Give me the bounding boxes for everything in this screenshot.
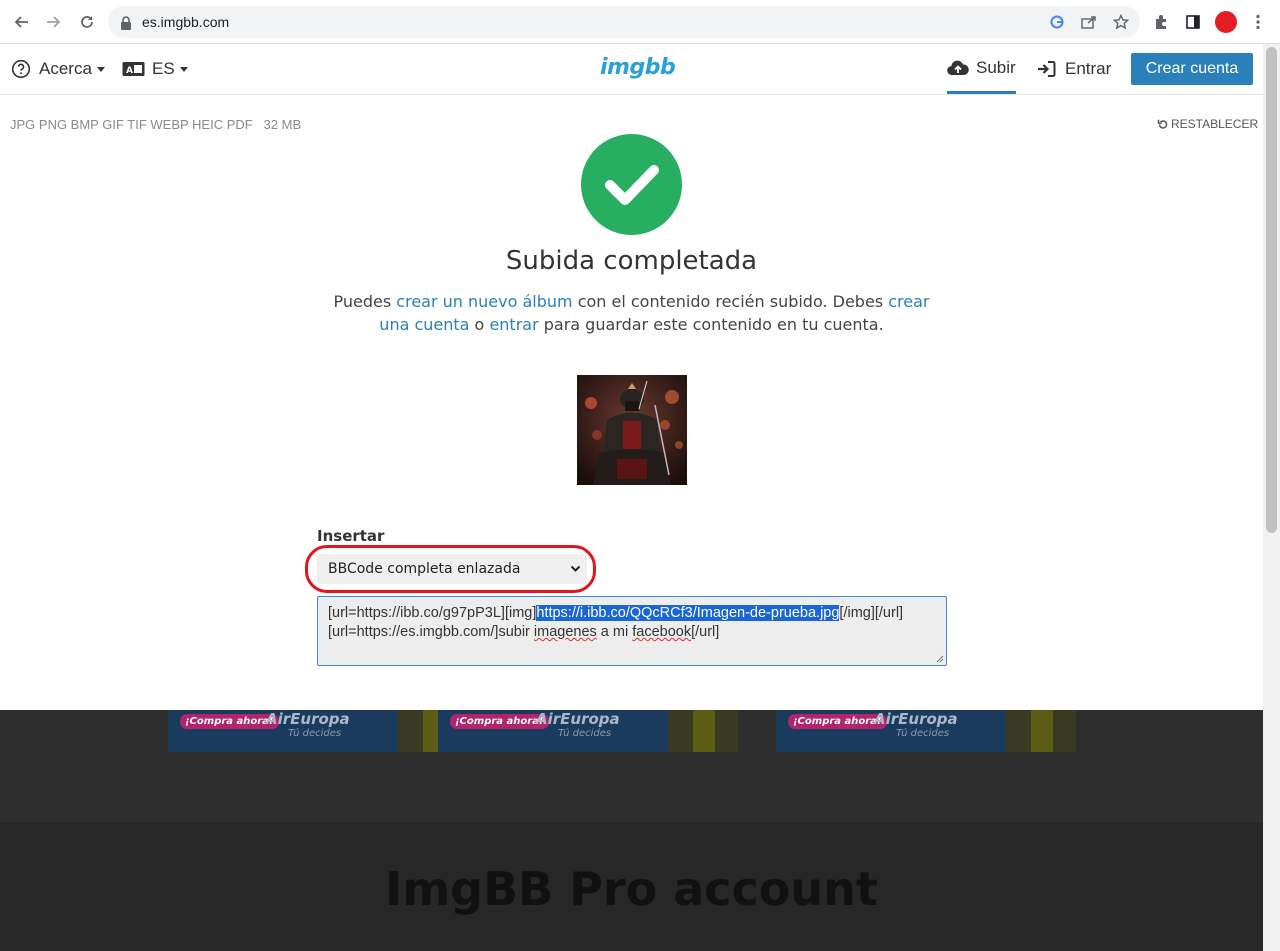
cloud-upload-icon — [947, 60, 969, 75]
ad-image — [1006, 710, 1076, 752]
url-text[interactable]: es.imgbb.com — [142, 14, 229, 30]
back-icon[interactable] — [8, 9, 34, 35]
ad-banner[interactable]: ¡Compra ahora! AirEuropa Tú decides — [438, 710, 738, 752]
undo-icon — [1157, 119, 1168, 129]
help-circle-icon — [11, 59, 31, 79]
formats-text: JPG PNG BMP GIF TIF WEBP HEIC PDF — [10, 117, 253, 132]
bookmark-star-icon[interactable] — [1112, 13, 1130, 31]
ad-buy-label: ¡Compra ahora! — [180, 714, 279, 729]
login-link[interactable]: Entrar — [1037, 44, 1111, 94]
upload-label: Subir — [976, 57, 1016, 77]
spellcheck-word: facebook — [632, 624, 692, 640]
resize-handle-icon[interactable] — [936, 655, 944, 663]
embed-label: Insertar — [317, 527, 385, 545]
google-icon[interactable] — [1048, 13, 1066, 31]
ad-tagline: Tú decides — [896, 728, 950, 739]
annotation-highlight-ring — [305, 545, 596, 593]
code-line-2: [url=https://es.imgbb.com/]subir imagene… — [328, 623, 936, 642]
create-album-link[interactable]: crear un nuevo álbum — [396, 292, 572, 311]
embed-code-textarea[interactable]: [url=https://ibb.co/g97pP3L][img]https:/… — [317, 596, 947, 666]
profile-avatar[interactable] — [1215, 11, 1237, 33]
code-text: [url=https://ibb.co/g97pP3L][img] — [328, 605, 537, 621]
ad-tagline: Tú decides — [288, 728, 342, 739]
ad-banner[interactable]: ¡Compra ahora! AirEuropa Tú decides — [168, 710, 468, 752]
upload-description: Puedes crear un nuevo álbum con el conte… — [330, 290, 933, 336]
allowed-formats: JPG PNG BMP GIF TIF WEBP HEIC PDF 32 MB — [10, 117, 301, 132]
sign-in-icon — [1038, 61, 1056, 77]
success-check-icon — [581, 134, 682, 235]
language-icon: A — [122, 62, 145, 76]
ad-brand: AirEuropa — [266, 710, 350, 728]
reset-label: RESTABLECER — [1171, 117, 1259, 131]
ad-brand: AirEuropa — [874, 710, 958, 728]
upload-tab[interactable]: Subir — [947, 44, 1016, 94]
desc-text: con el contenido recién subido. Debes — [572, 292, 889, 311]
desc-text: Puedes — [333, 292, 397, 311]
address-bar[interactable]: es.imgbb.com — [108, 6, 1140, 38]
ad-tagline: Tú decides — [558, 728, 612, 739]
max-size-text: 32 MB — [263, 117, 302, 132]
uploaded-image-thumbnail[interactable] — [577, 375, 687, 485]
side-panel-icon[interactable] — [1182, 11, 1204, 33]
spellcheck-word: imagenes — [533, 624, 597, 640]
menu-kebab-icon[interactable] — [1247, 11, 1269, 33]
desc-text: o — [469, 315, 490, 334]
code-text: [/url] — [691, 624, 720, 640]
browser-toolbar: es.imgbb.com — [0, 0, 1280, 44]
reset-button[interactable]: RESTABLECER — [1157, 117, 1258, 131]
pro-account-heading: ImgBB Pro account — [385, 862, 878, 916]
login-label: Entrar — [1065, 59, 1112, 78]
code-text: a mi — [596, 624, 633, 640]
ad-buy-label: ¡Compra ahora! — [450, 714, 549, 729]
svg-text:A: A — [126, 66, 133, 76]
code-line-1: [url=https://ibb.co/g97pP3L][img]https:/… — [328, 604, 936, 623]
ad-image — [668, 710, 738, 752]
page-scrollbar[interactable] — [1263, 44, 1280, 951]
chevron-down-icon — [179, 66, 188, 72]
share-icon[interactable] — [1080, 13, 1098, 31]
code-text: [/img][/url] — [839, 605, 904, 621]
code-text: [url=https://es.imgbb.com/]subir — [328, 624, 534, 640]
chevron-down-icon — [96, 66, 105, 72]
lock-icon — [120, 15, 134, 30]
ad-banner[interactable]: ¡Compra ahora! AirEuropa Tú decides — [776, 710, 1076, 752]
scrollbar-thumb[interactable] — [1266, 47, 1277, 533]
language-menu[interactable]: A ES — [122, 44, 188, 94]
extensions-icon[interactable] — [1151, 11, 1173, 33]
site-header: Acerca A ES imgbb Subir Entrar Crear cue… — [0, 44, 1263, 95]
about-menu[interactable]: Acerca — [11, 44, 105, 94]
desc-text: para guardar este contenido en tu cuenta… — [538, 315, 884, 334]
reload-icon[interactable] — [74, 9, 100, 35]
imgbb-logo[interactable]: imgbb — [600, 55, 676, 80]
about-label: Acerca — [39, 59, 92, 78]
language-label: ES — [152, 59, 175, 78]
page-title: Subida completada — [505, 246, 758, 276]
create-account-button[interactable]: Crear cuenta — [1131, 53, 1253, 85]
ad-buy-label: ¡Compra ahora! — [788, 714, 887, 729]
ad-brand: AirEuropa — [536, 710, 620, 728]
login-inline-link[interactable]: entrar — [489, 315, 538, 334]
forward-icon[interactable] — [41, 9, 67, 35]
selected-text: https://i.ibb.co/QQcRCf3/Imagen-de-prueb… — [536, 605, 840, 621]
